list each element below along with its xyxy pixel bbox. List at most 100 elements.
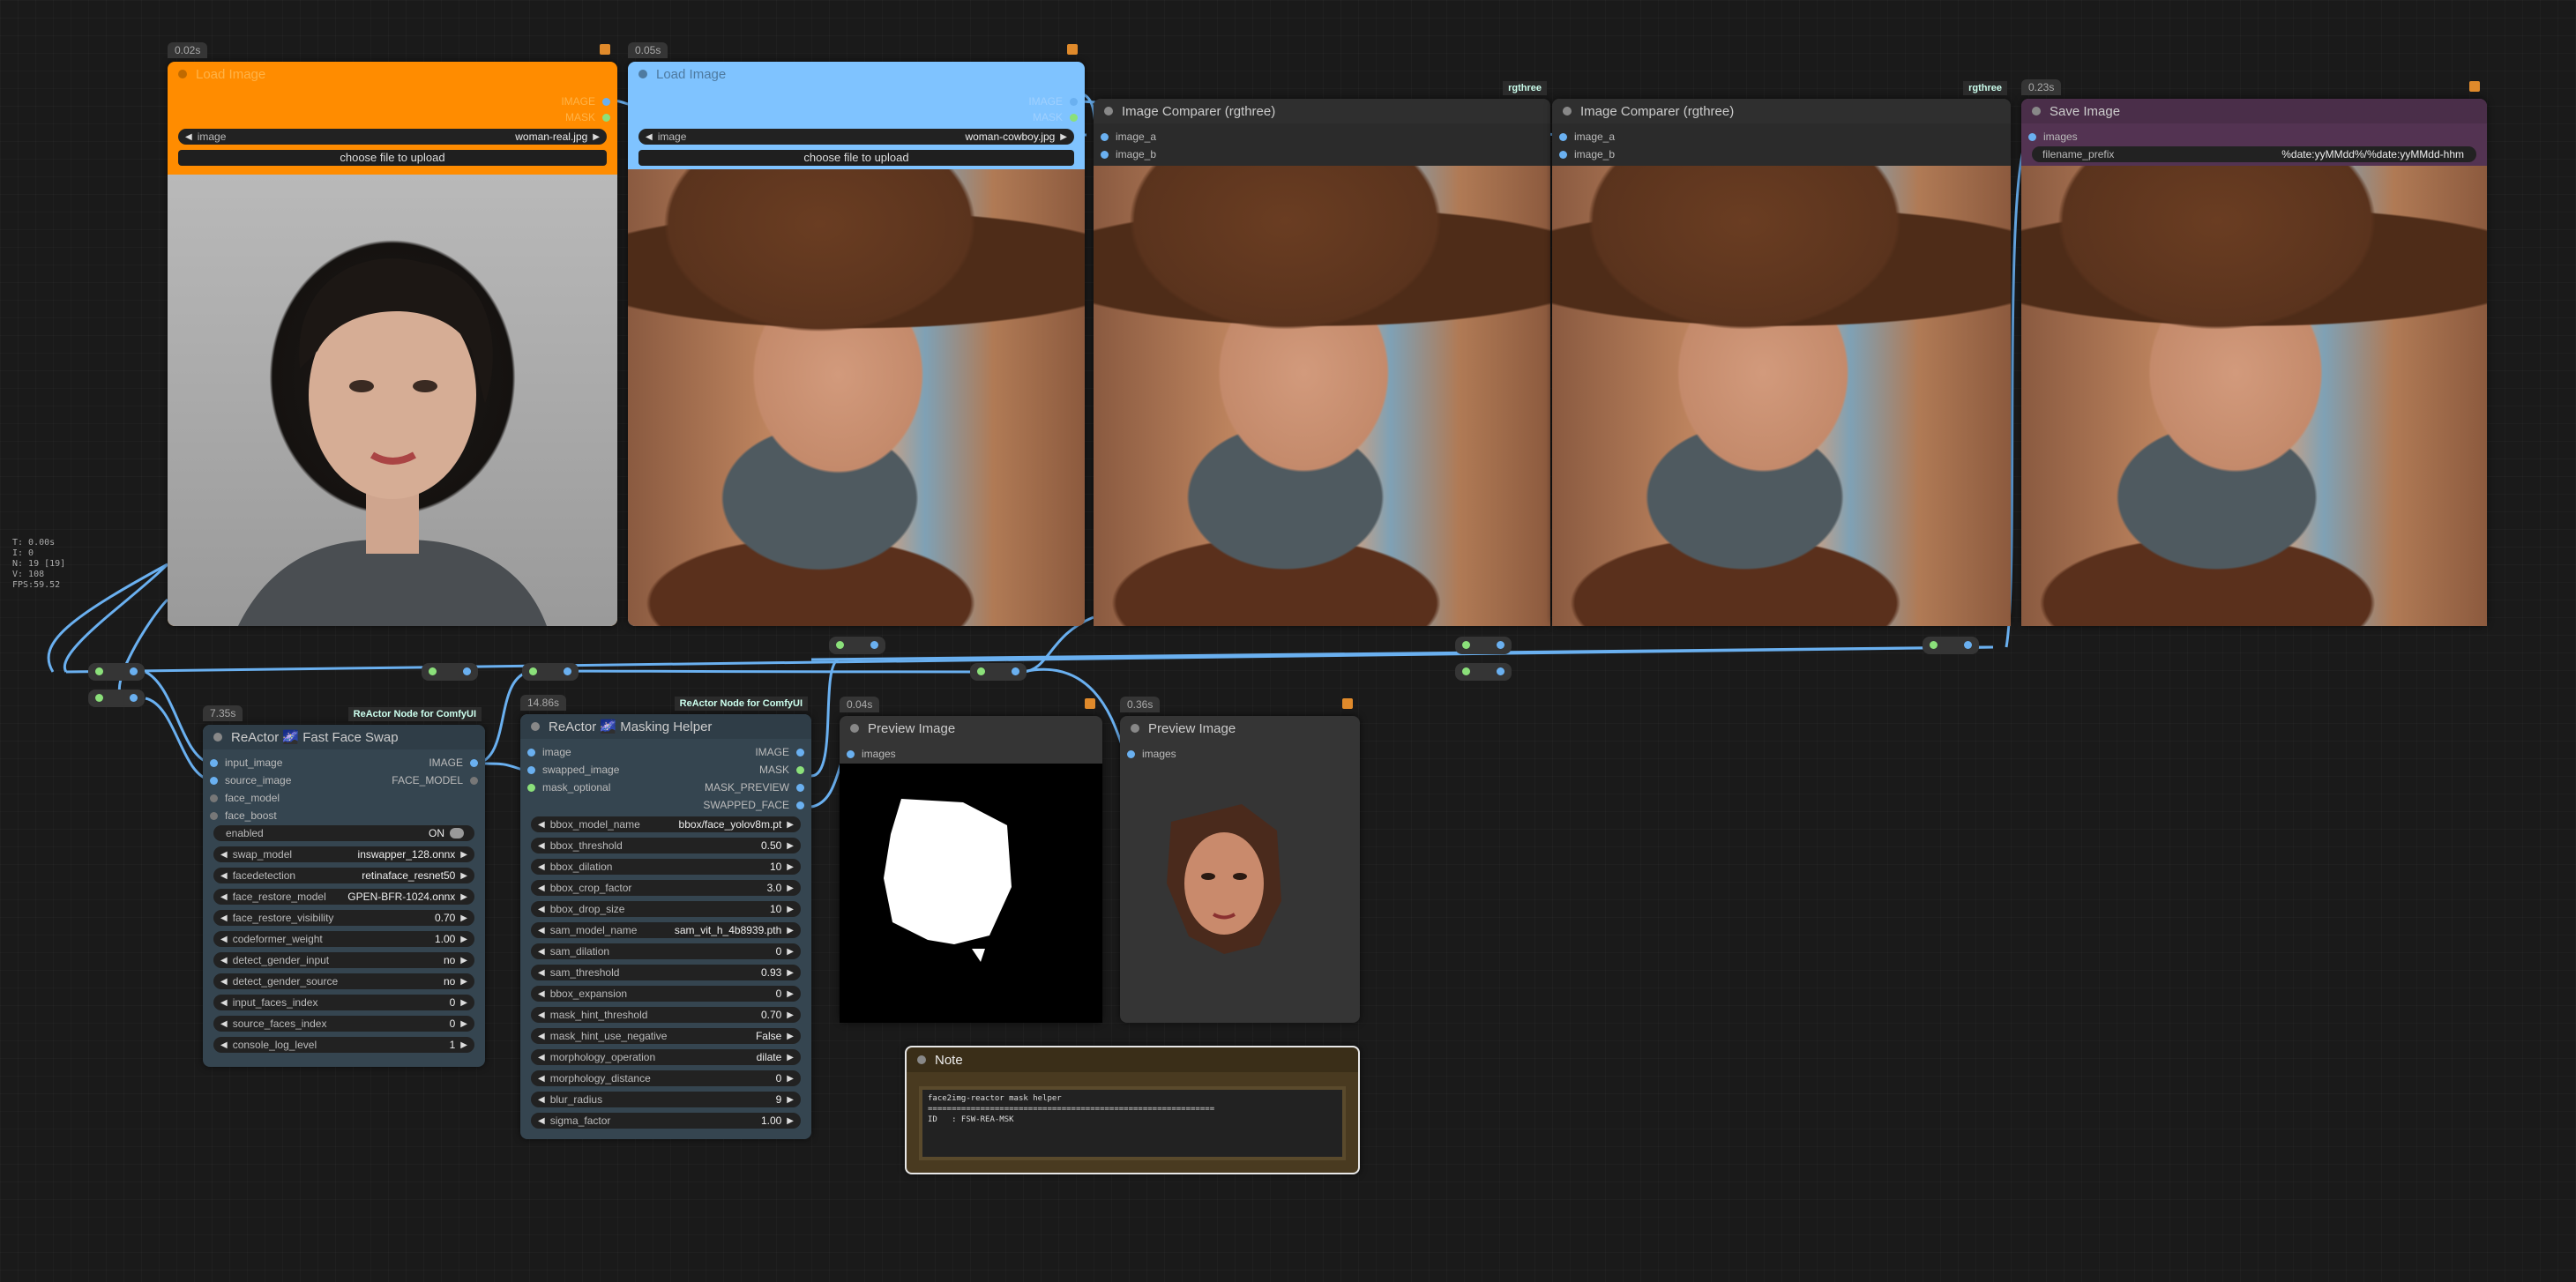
arrow-left-icon[interactable]: ◀ [538,841,545,851]
arrow-right-icon[interactable]: ▶ [787,841,794,851]
arrow-right-icon[interactable]: ▶ [460,956,467,965]
collapse-dot-icon[interactable] [213,733,222,742]
node-title[interactable]: Preview Image [840,716,1102,741]
arrow-left-icon[interactable]: ◀ [538,968,545,978]
upload-button[interactable]: choose file to upload [638,150,1074,166]
arrow-right-icon[interactable]: ▶ [787,1074,794,1084]
arrow-left-icon[interactable]: ◀ [220,871,228,881]
reroute-out-port[interactable] [1964,641,1972,649]
arrow-left-icon[interactable]: ◀ [220,913,228,923]
widget-facedetection[interactable]: ◀ facedetection retinaface_resnet50 ▶ [213,868,474,883]
collapse-dot-icon[interactable] [178,70,187,78]
arrow-left-icon[interactable]: ◀ [538,1032,545,1041]
input-port[interactable] [1127,749,1135,758]
arrow-left-icon[interactable]: ◀ [538,926,545,935]
output-face-model[interactable]: FACE_MODEL [392,772,478,788]
widget-sam-threshold[interactable]: ◀ sam_threshold 0.93 ▶ [531,965,801,980]
load-image-node-2[interactable]: 0.05s Load Image IMAGE MASK ◀ image woman-… [628,42,1085,626]
input-face-boost[interactable]: face_boost [210,808,277,824]
reroute-node[interactable] [522,663,579,681]
image-comparer-node-2[interactable]: rgthree Image Comparer (rgthree) image_a… [1552,81,2011,626]
reactor-fast-face-swap-node[interactable]: 7.35s ReActor Node for ComfyUI ReActor 🌌… [203,705,485,1067]
input-image-a[interactable]: image_a [1559,129,1615,145]
arrow-right-icon[interactable]: ▶ [787,1010,794,1020]
input-input-image[interactable]: input_image [210,755,282,771]
arrow-right-icon[interactable]: ▶ [787,947,794,957]
comparison-image[interactable] [1552,166,2011,626]
arrow-left-icon[interactable]: ◀ [220,892,228,902]
node-title[interactable]: Image Comparer (rgthree) [1552,99,2011,123]
reroute-node[interactable] [829,637,885,654]
input-port[interactable] [527,748,535,757]
reroute-out-port[interactable] [564,667,571,675]
output-port[interactable] [796,783,804,792]
collapse-dot-icon[interactable] [531,722,540,731]
load-image-node-1[interactable]: 0.02s Load Image IMAGE MASK ◀ image woman-… [168,42,617,626]
reroute-node[interactable] [970,663,1027,681]
input-images[interactable]: images [2028,129,2078,145]
arrow-left-icon[interactable]: ◀ [538,862,545,872]
reroute-in-port[interactable] [977,667,985,675]
reroute-in-port[interactable] [1462,667,1470,675]
widget-bbox-expansion[interactable]: ◀ bbox_expansion 0 ▶ [531,986,801,1002]
reroute-in-port[interactable] [1462,641,1470,649]
output-image[interactable]: IMAGE [1028,93,1078,109]
arrow-left-icon[interactable]: ◀ [538,989,545,999]
node-title[interactable]: Preview Image [1120,716,1360,741]
reroute-node[interactable] [422,663,478,681]
note-text[interactable]: face2img-reactor mask helper ===========… [919,1086,1346,1160]
widget-mask-hint-threshold[interactable]: ◀ mask_hint_threshold 0.70 ▶ [531,1007,801,1023]
arrow-right-icon[interactable]: ▶ [787,968,794,978]
input-mask-optional[interactable]: mask_optional [527,779,610,795]
node-title[interactable]: Save Image [2021,99,2487,123]
node-title[interactable]: Image Comparer (rgthree) [1094,99,1550,123]
collapse-dot-icon[interactable] [1104,107,1113,116]
arrow-right-icon[interactable]: ▶ [787,820,794,830]
reroute-node[interactable] [88,689,145,707]
output-mask-preview[interactable]: MASK_PREVIEW [705,779,804,795]
output-port[interactable] [1070,113,1078,122]
output-port[interactable] [796,765,804,774]
output-port[interactable] [470,776,478,785]
output-image[interactable]: IMAGE [755,744,804,760]
toggle-switch-icon[interactable] [450,828,464,839]
widget-mask-hint-use-negative[interactable]: ◀ mask_hint_use_negative False ▶ [531,1028,801,1044]
widget-blur-radius[interactable]: ◀ blur_radius 9 ▶ [531,1092,801,1107]
node-title[interactable]: Load Image [168,62,617,86]
image-select[interactable]: ◀ image woman-cowboy.jpg ▶ [638,129,1074,145]
reroute-node[interactable] [1455,663,1512,681]
widget-face-restore-visibility[interactable]: ◀ face_restore_visibility 0.70 ▶ [213,910,474,926]
arrow-right-icon[interactable]: ▶ [787,1032,794,1041]
output-port[interactable] [1070,97,1078,106]
reroute-out-port[interactable] [1012,667,1019,675]
reroute-in-port[interactable] [1930,641,1938,649]
widget-bbox-crop-factor[interactable]: ◀ bbox_crop_factor 3.0 ▶ [531,880,801,896]
input-port[interactable] [210,794,218,802]
comparison-image[interactable] [1094,166,1550,626]
collapse-dot-icon[interactable] [638,70,647,78]
node-title[interactable]: Load Image [628,62,1085,86]
arrow-right-icon[interactable]: ▶ [460,935,467,944]
widget-bbox-threshold[interactable]: ◀ bbox_threshold 0.50 ▶ [531,838,801,853]
image-comparer-node-1[interactable]: rgthree Image Comparer (rgthree) image_a… [1094,81,1550,626]
image-select[interactable]: ◀ image woman-real.jpg ▶ [178,129,607,145]
reroute-node[interactable] [1923,637,1979,654]
widget-bbox-model-name[interactable]: ◀ bbox_model_name bbox/face_yolov8m.pt ▶ [531,816,801,832]
input-port[interactable] [1559,132,1567,141]
widget-bbox-drop-size[interactable]: ◀ bbox_drop_size 10 ▶ [531,901,801,917]
arrow-right-icon[interactable]: ▶ [787,883,794,893]
input-image[interactable]: image [527,744,571,760]
input-port[interactable] [210,811,218,820]
input-swapped-image[interactable]: swapped_image [527,762,619,778]
arrow-right-icon[interactable]: ▶ [787,926,794,935]
reroute-in-port[interactable] [429,667,437,675]
widget-detect-gender-input[interactable]: ◀ detect_gender_input no ▶ [213,952,474,968]
preview-image-node-face[interactable]: 0.36s Preview Image images [1120,697,1360,1023]
arrow-right-icon[interactable]: ▶ [460,892,467,902]
widget-console-log-level[interactable]: ◀ console_log_level 1 ▶ [213,1037,474,1053]
widget-face-restore-model[interactable]: ◀ face_restore_model GPEN-BFR-1024.onnx ▶ [213,889,474,905]
reroute-out-port[interactable] [1497,641,1505,649]
output-mask[interactable]: MASK [759,762,804,778]
reroute-out-port[interactable] [130,694,138,702]
arrow-right-icon[interactable]: ▶ [593,132,600,142]
